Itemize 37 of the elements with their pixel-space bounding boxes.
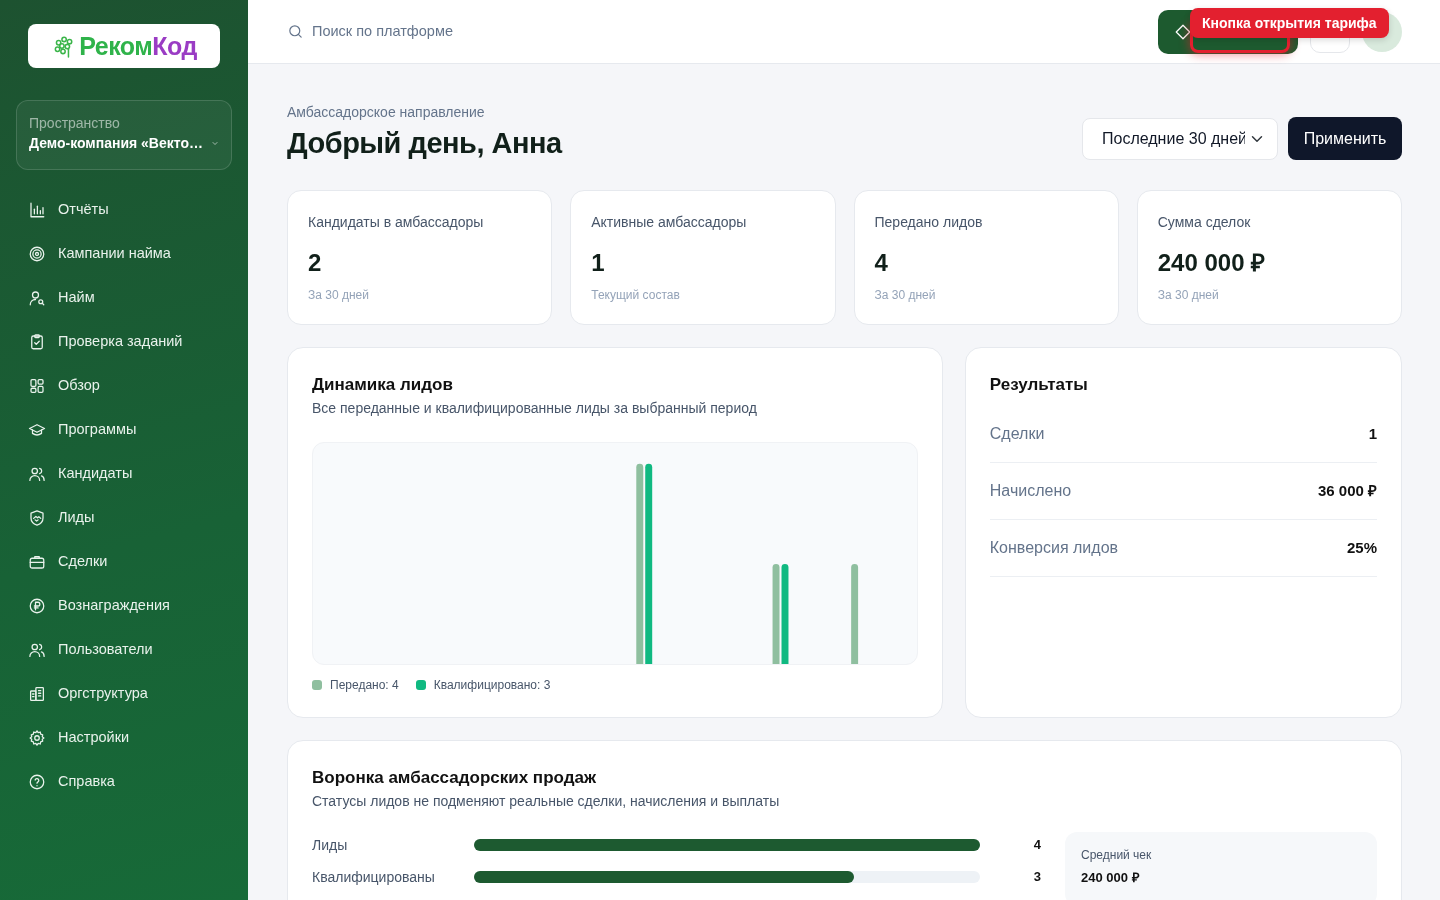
- stat-note: Текущий состав: [591, 287, 681, 303]
- result-label: Начислено: [989, 481, 1072, 501]
- workspace-name: Демо-компания «Векто…: [29, 134, 203, 153]
- card-title: Результаты: [989, 374, 1089, 396]
- card-title: Воронка амбассадорских продаж: [312, 767, 597, 789]
- result-value: 1: [1368, 423, 1377, 444]
- result-label: Конверсия лидов: [989, 538, 1119, 558]
- stage-count: 3: [1032, 868, 1041, 887]
- card-subtitle: Статусы лидов не подменяют реальные сделки, начисления и выплаты: [312, 792, 781, 811]
- tooltip: Кнопка открытия тарифа: [1190, 7, 1389, 38]
- summary-label: Средний чек: [1081, 847, 1153, 863]
- stat-note: За 30 дней: [874, 287, 937, 303]
- stage-count: 4: [1032, 836, 1041, 855]
- stat-label: Передано лидов: [874, 213, 984, 232]
- stat-value: 2: [308, 248, 323, 278]
- summary-value: 240 000 ₽: [1081, 870, 1141, 886]
- legend-label: Квалифицировано: 3: [433, 677, 551, 693]
- stat-value: 4: [874, 248, 889, 278]
- stat-label: Кандидаты в амбассадоры: [308, 213, 485, 232]
- card-subtitle: Все переданные и квалифицированные лиды за выбранный период: [312, 399, 758, 418]
- stage-label: Квалифицированы: [312, 867, 436, 887]
- section-label: Амбассадорское направление: [287, 103, 486, 122]
- stat-note: За 30 дней: [1157, 287, 1220, 303]
- workspace-label: Пространство: [29, 114, 121, 133]
- legend-label: Передано: 4: [330, 677, 399, 693]
- stat-value: 240 000 ₽: [1157, 248, 1267, 278]
- page-title: Добрый день, Анна: [287, 126, 562, 160]
- stat-label: Активные амбассадоры: [591, 213, 748, 232]
- result-value: 25%: [1346, 537, 1377, 558]
- stat-label: Сумма сделок: [1157, 213, 1252, 232]
- stat-value: 1: [591, 248, 606, 278]
- result-value: 36 000 ₽: [1317, 480, 1377, 501]
- stat-note: За 30 дней: [308, 287, 370, 303]
- result-label: Сделки: [989, 424, 1045, 444]
- logo-text: РекомКод: [79, 33, 197, 59]
- card-title: Динамика лидов: [312, 374, 454, 396]
- stage-label: Лиды: [312, 835, 349, 855]
